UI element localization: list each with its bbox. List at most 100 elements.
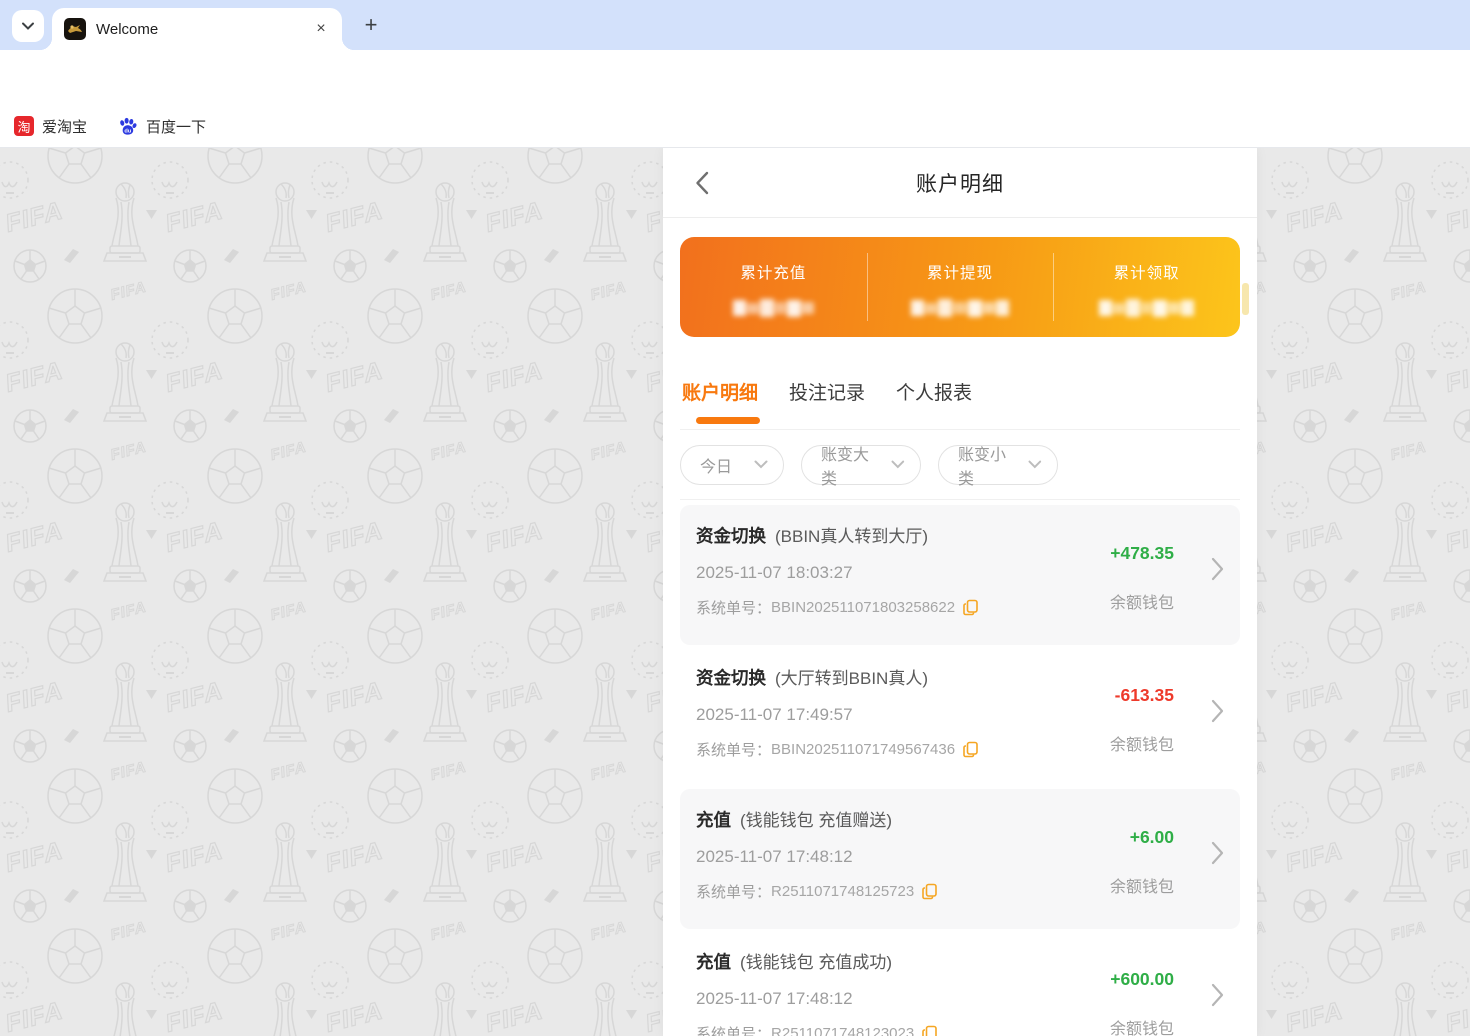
transaction-type: 资金切换: [696, 526, 766, 546]
bookmark-aitaobao[interactable]: 淘 爱淘宝: [14, 116, 87, 137]
divider: [1053, 253, 1055, 321]
order-number: R2511071748125723: [771, 883, 915, 900]
back-chevron-button[interactable]: [687, 168, 717, 198]
transaction-datetime: 2025-11-07 17:48:12: [696, 989, 853, 1008]
transaction-row[interactable]: 资金切换 (BBIN真人转到大厅) 2025-11-07 18:03:27 系统…: [680, 505, 1240, 645]
transaction-amount-block: +478.35 余额钱包: [1074, 522, 1224, 645]
bookmark-label: 百度一下: [146, 118, 207, 136]
filter-label: 账变大类: [821, 446, 870, 488]
transaction-datetime: 2025-11-07 18:03:27: [696, 563, 853, 582]
summary-section: 累计充值 累计提现 累计领取: [663, 218, 1257, 354]
baidu-paw-icon: du: [117, 116, 138, 137]
transaction-amount-block: +600.00 余额钱包: [1074, 948, 1224, 1036]
chevron-down-icon: [891, 460, 905, 469]
transaction-info: 资金切换 (BBIN真人转到大厅) 2025-11-07 18:03:27 系统…: [696, 522, 1074, 645]
transaction-info: 充值 (钱能钱包 充值赠送) 2025-11-07 17:48:12 系统单号：…: [696, 806, 1074, 929]
order-number: R2511071748123023: [771, 1025, 915, 1036]
transaction-row[interactable]: 充值 (钱能钱包 充值赠送) 2025-11-07 17:48:12 系统单号：…: [680, 789, 1240, 929]
order-number: BBIN202511071803258622: [771, 599, 956, 616]
chevron-right-icon: [1211, 699, 1224, 728]
masked-value: [680, 296, 867, 320]
report-tabs: 账户明细 投注记录 个人报表: [680, 354, 1240, 430]
wallet-label: 余额钱包: [1109, 879, 1174, 896]
masked-value: [867, 296, 1054, 320]
tab-title: Welcome: [96, 20, 159, 38]
active-tab-underline: [696, 417, 760, 424]
stat-total-withdraw: 累计提现: [867, 237, 1054, 337]
chevron-right-icon: [1211, 983, 1224, 1012]
filter-major-category-dropdown[interactable]: 账变大类: [801, 444, 921, 488]
transaction-type: 充值: [696, 810, 731, 830]
transaction-amount: +600.00: [1110, 969, 1174, 989]
order-number-label: 系统单号：: [696, 884, 772, 901]
stat-label: 累计领取: [1113, 265, 1180, 282]
tab-close-icon[interactable]: ×: [312, 20, 330, 38]
stat-label: 累计提现: [927, 265, 994, 282]
tab-personal-report[interactable]: 个人报表: [894, 378, 974, 405]
stat-total-claimed: 累计领取: [1053, 237, 1240, 337]
chevron-down-icon: [22, 22, 34, 30]
transaction-info: 充值 (钱能钱包 充值成功) 2025-11-07 17:48:12 系统单号：…: [696, 948, 1074, 1036]
order-number: BBIN202511071749567436: [771, 741, 956, 758]
chevron-right-icon: [1211, 841, 1224, 870]
svg-text:du: du: [124, 128, 131, 134]
filter-label: 今日: [700, 458, 733, 476]
chevron-right-icon: [1211, 557, 1224, 586]
taobao-icon: 淘: [14, 116, 34, 136]
transaction-amount: +6.00: [1129, 827, 1174, 847]
wallet-label: 余额钱包: [1109, 595, 1174, 612]
order-number-label: 系统单号：: [696, 742, 772, 759]
stat-label: 累计充值: [740, 265, 807, 282]
wallet-label: 余额钱包: [1109, 1021, 1174, 1036]
order-number-label: 系统单号：: [696, 1026, 772, 1036]
site-favicon: [64, 18, 86, 40]
transaction-type: 资金切换: [696, 668, 766, 688]
panel-header: 账户明细: [663, 148, 1257, 218]
browser-toolbar: 175616.cc/reports/index: [0, 50, 1470, 149]
tab-account-detail[interactable]: 账户明细: [680, 378, 760, 405]
filter-minor-category-dropdown[interactable]: 账变小类: [938, 444, 1058, 488]
transaction-amount: +478.35: [1110, 543, 1174, 563]
filters-row: 今日 账变大类 账变小类: [680, 430, 1240, 500]
transaction-info: 资金切换 (大厅转到BBIN真人) 2025-11-07 17:49:57 系统…: [696, 664, 1074, 787]
transaction-detail: (大厅转到BBIN真人): [775, 669, 928, 688]
chevron-left-icon: [696, 171, 709, 195]
browser-tab-strip: Welcome × +: [0, 0, 1470, 50]
transaction-row[interactable]: 充值 (钱能钱包 充值成功) 2025-11-07 17:48:12 系统单号：…: [680, 931, 1240, 1036]
masked-value: [1053, 296, 1240, 320]
bookmarks-bar: 淘 爱淘宝 du 百度一下: [0, 105, 1470, 148]
transaction-type: 充值: [696, 952, 731, 972]
divider: [866, 253, 868, 321]
new-tab-button[interactable]: +: [358, 13, 384, 39]
stat-total-deposit: 累计充值: [680, 237, 867, 337]
filter-label: 账变小类: [958, 446, 1007, 488]
transaction-row[interactable]: 资金切换 (大厅转到BBIN真人) 2025-11-07 17:49:57 系统…: [680, 647, 1240, 787]
transaction-detail: (钱能钱包 充值赠送): [740, 811, 893, 830]
chevron-down-icon: [754, 460, 768, 469]
transaction-amount: -613.35: [1114, 685, 1174, 705]
order-number-label: 系统单号：: [696, 600, 772, 617]
bookmark-baidu[interactable]: du 百度一下: [117, 116, 206, 137]
copy-icon[interactable]: [963, 599, 979, 616]
copy-icon[interactable]: [922, 883, 938, 900]
transaction-amount-block: +6.00 余额钱包: [1074, 806, 1224, 929]
chevron-down-icon: [1028, 460, 1042, 469]
account-detail-panel: 账户明细 累计充值 累计提现 累计领取 账户明细 投注记录 个人报表 今日 账变…: [663, 148, 1257, 1036]
carousel-next-peek: [1242, 283, 1249, 315]
bookmark-label: 爱淘宝: [42, 118, 88, 136]
transaction-datetime: 2025-11-07 17:48:12: [696, 847, 853, 866]
transaction-list: 资金切换 (BBIN真人转到大厅) 2025-11-07 18:03:27 系统…: [663, 500, 1257, 1036]
browser-tab-welcome[interactable]: Welcome ×: [40, 8, 354, 50]
copy-icon[interactable]: [922, 1025, 938, 1036]
wallet-label: 余额钱包: [1109, 737, 1174, 754]
transaction-datetime: 2025-11-07 17:49:57: [696, 705, 853, 724]
transaction-detail: (钱能钱包 充值成功): [740, 953, 893, 972]
page-title: 账户明细: [916, 172, 1004, 196]
page-viewport: FIFA FIFA 账户明细 累计充值: [0, 148, 1470, 1036]
transaction-amount-block: -613.35 余额钱包: [1074, 664, 1224, 787]
totals-card: 累计充值 累计提现 累计领取: [680, 237, 1240, 337]
filter-date-dropdown[interactable]: 今日: [680, 444, 784, 485]
transaction-detail: (BBIN真人转到大厅): [775, 527, 928, 546]
tab-bet-records[interactable]: 投注记录: [787, 378, 867, 405]
copy-icon[interactable]: [963, 741, 979, 758]
